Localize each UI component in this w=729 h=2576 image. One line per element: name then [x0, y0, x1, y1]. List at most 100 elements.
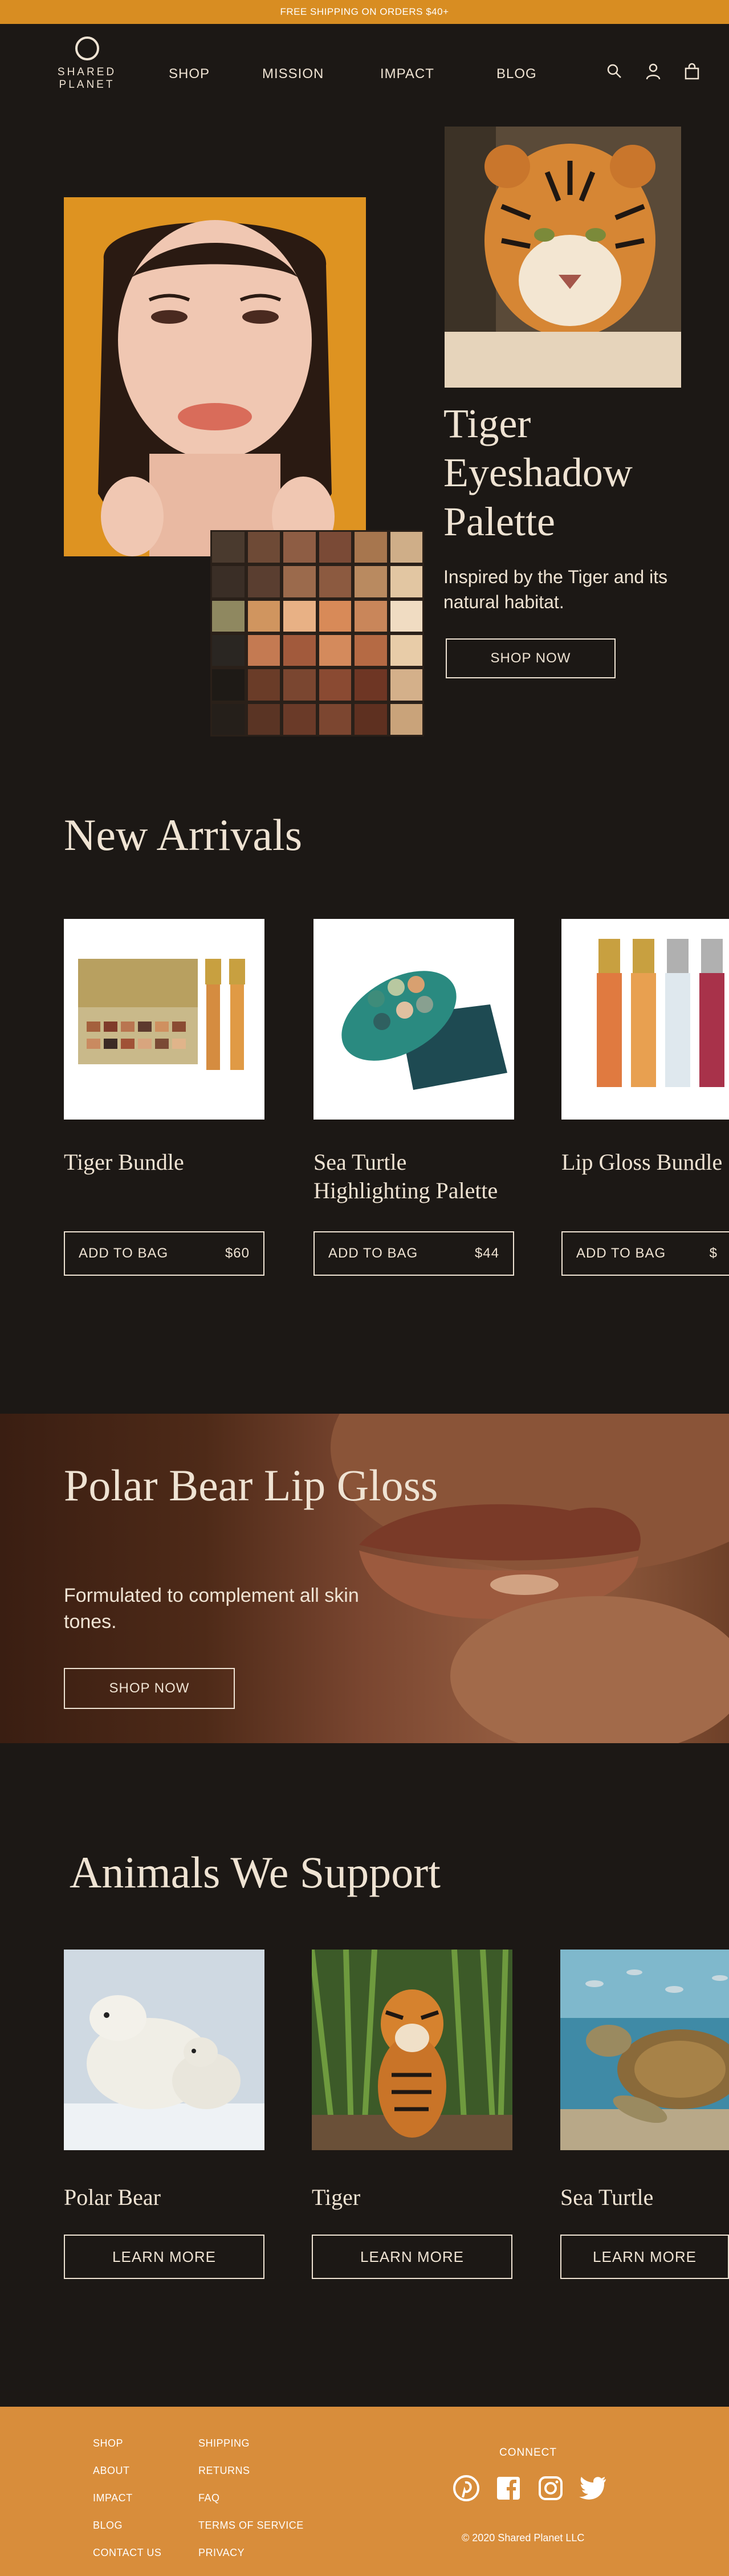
footer-connect-label: CONNECT: [499, 2447, 557, 2459]
animal-name: Sea Turtle: [560, 2184, 654, 2210]
promo-bar: FREE SHIPPING ON ORDERS $40+: [0, 0, 729, 24]
footer-link-privacy[interactable]: PRIVACY: [198, 2546, 304, 2573]
palette-swatch: [390, 532, 422, 563]
facebook-icon[interactable]: [494, 2474, 523, 2502]
product-card: Tiger Bundle ADD TO BAG $60: [64, 919, 264, 1276]
add-to-bag-label: ADD TO BAG: [576, 1246, 666, 1261]
animals-title: Animals We Support: [70, 1847, 441, 1897]
add-to-bag-button[interactable]: ADD TO BAG $44: [313, 1231, 514, 1276]
logo-line2: PLANET: [59, 79, 115, 91]
palette-swatch: [212, 532, 245, 563]
add-to-bag-label: ADD TO BAG: [79, 1246, 169, 1261]
footer-link-faq[interactable]: FAQ: [198, 2491, 304, 2518]
instagram-icon[interactable]: [536, 2474, 565, 2502]
palette-swatch: [355, 532, 387, 563]
add-to-bag-label: ADD TO BAG: [328, 1246, 418, 1261]
hero-model-image: [64, 197, 366, 556]
hero-subtitle: Inspired by the Tiger and its natural ha…: [443, 567, 668, 612]
palette-swatch: [319, 532, 351, 563]
palette-swatch: [247, 669, 280, 701]
palette-swatch: [283, 600, 316, 632]
footer-link-shipping[interactable]: SHIPPING: [198, 2436, 304, 2464]
learn-more-button[interactable]: LEARN MORE: [560, 2235, 729, 2279]
palette-swatch: [355, 703, 387, 735]
palette-swatch: [355, 669, 387, 701]
sea-turtle-image[interactable]: [560, 1950, 729, 2150]
hero-title: Tiger Eyeshadow Palette: [443, 401, 633, 544]
footer-link-blog[interactable]: BLOG: [93, 2518, 161, 2546]
learn-more-button[interactable]: LEARN MORE: [312, 2235, 512, 2279]
site-footer: SHOP ABOUT IMPACT BLOG CONTACT US SHIPPI…: [0, 2407, 729, 2576]
banner-title: Polar Bear Lip Gloss: [64, 1460, 438, 1510]
add-to-bag-button[interactable]: ADD TO BAG $: [561, 1231, 729, 1276]
product-name: Sea Turtle Highlighting Palette: [313, 1149, 498, 1203]
palette-swatch: [247, 566, 280, 597]
palette-swatch: [283, 703, 316, 735]
twitter-icon[interactable]: [579, 2474, 607, 2502]
palette-swatch: [355, 634, 387, 666]
palette-swatch: [319, 669, 351, 701]
sea-turtle-palette-image[interactable]: [313, 919, 514, 1120]
nav-mission[interactable]: MISSION: [262, 66, 324, 82]
palette-swatch: [283, 669, 316, 701]
lip-gloss-bundle-image[interactable]: [561, 919, 729, 1120]
eyeshadow-palette-image: [210, 530, 424, 736]
hero-shop-now-button[interactable]: SHOP NOW: [446, 638, 616, 678]
site-header: SHARED PLANET SHOP MISSION IMPACT BLOG: [0, 24, 729, 98]
footer-link-returns[interactable]: RETURNS: [198, 2464, 304, 2491]
palette-swatch: [319, 634, 351, 666]
promo-text: FREE SHIPPING ON ORDERS $40+: [280, 6, 449, 17]
nav-impact[interactable]: IMPACT: [380, 66, 434, 82]
animal-card: Tiger LEARN MORE: [312, 1950, 512, 2279]
tiger-image[interactable]: [312, 1950, 512, 2150]
palette-swatch: [283, 634, 316, 666]
social-links: [452, 2474, 607, 2502]
bag-icon[interactable]: [683, 63, 701, 80]
product-price: $44: [474, 1246, 499, 1261]
product-card: Sea Turtle Highlighting Palette ADD TO B…: [313, 919, 514, 1276]
footer-link-terms[interactable]: TERMS OF SERVICE: [198, 2518, 304, 2546]
footer-link-about[interactable]: ABOUT: [93, 2464, 161, 2491]
footer-link-impact[interactable]: IMPACT: [93, 2491, 161, 2518]
palette-swatch: [390, 634, 422, 666]
palette-swatch: [319, 703, 351, 735]
product-card: Lip Gloss Bundle ADD TO BAG $: [561, 919, 729, 1276]
product-name: Lip Gloss Bundle: [561, 1149, 723, 1175]
product-name: Tiger Bundle: [64, 1149, 184, 1175]
palette-swatch: [212, 703, 245, 735]
palette-swatch: [355, 600, 387, 632]
hero-tiger-image: [445, 127, 681, 388]
footer-link-contact[interactable]: CONTACT US: [93, 2546, 161, 2573]
add-to-bag-button[interactable]: ADD TO BAG $60: [64, 1231, 264, 1276]
banner-subtitle: Formulated to complement all skin tones.: [64, 1585, 359, 1633]
header-icons: [606, 63, 701, 80]
palette-swatch: [247, 600, 280, 632]
palette-swatch: [283, 532, 316, 563]
copyright: © 2020 Shared Planet LLC: [462, 2532, 585, 2544]
polar-bear-image[interactable]: [64, 1950, 264, 2150]
animal-name: Polar Bear: [64, 2184, 161, 2210]
palette-swatch: [355, 566, 387, 597]
user-icon[interactable]: [645, 63, 662, 80]
palette-swatch: [390, 669, 422, 701]
palette-swatch: [247, 703, 280, 735]
learn-more-button[interactable]: LEARN MORE: [64, 2235, 264, 2279]
pinterest-icon[interactable]: [452, 2474, 480, 2502]
palette-swatch: [212, 600, 245, 632]
new-arrivals-title: New Arrivals: [64, 810, 303, 860]
palette-swatch: [319, 566, 351, 597]
nav-blog[interactable]: BLOG: [496, 66, 537, 82]
palette-swatch: [319, 600, 351, 632]
tiger-bundle-image[interactable]: [64, 919, 264, 1120]
nav-shop[interactable]: SHOP: [169, 66, 210, 82]
logo-line1: SHARED: [57, 66, 117, 78]
footer-links-col1: SHOP ABOUT IMPACT BLOG CONTACT US: [93, 2436, 161, 2573]
product-price: $: [709, 1246, 718, 1261]
footer-link-shop[interactable]: SHOP: [93, 2436, 161, 2464]
palette-swatch: [212, 669, 245, 701]
logo[interactable]: SHARED PLANET: [54, 36, 120, 91]
palette-swatch: [390, 566, 422, 597]
palette-swatch: [212, 566, 245, 597]
search-icon[interactable]: [606, 63, 623, 80]
banner-shop-now-button[interactable]: SHOP NOW: [64, 1668, 235, 1709]
